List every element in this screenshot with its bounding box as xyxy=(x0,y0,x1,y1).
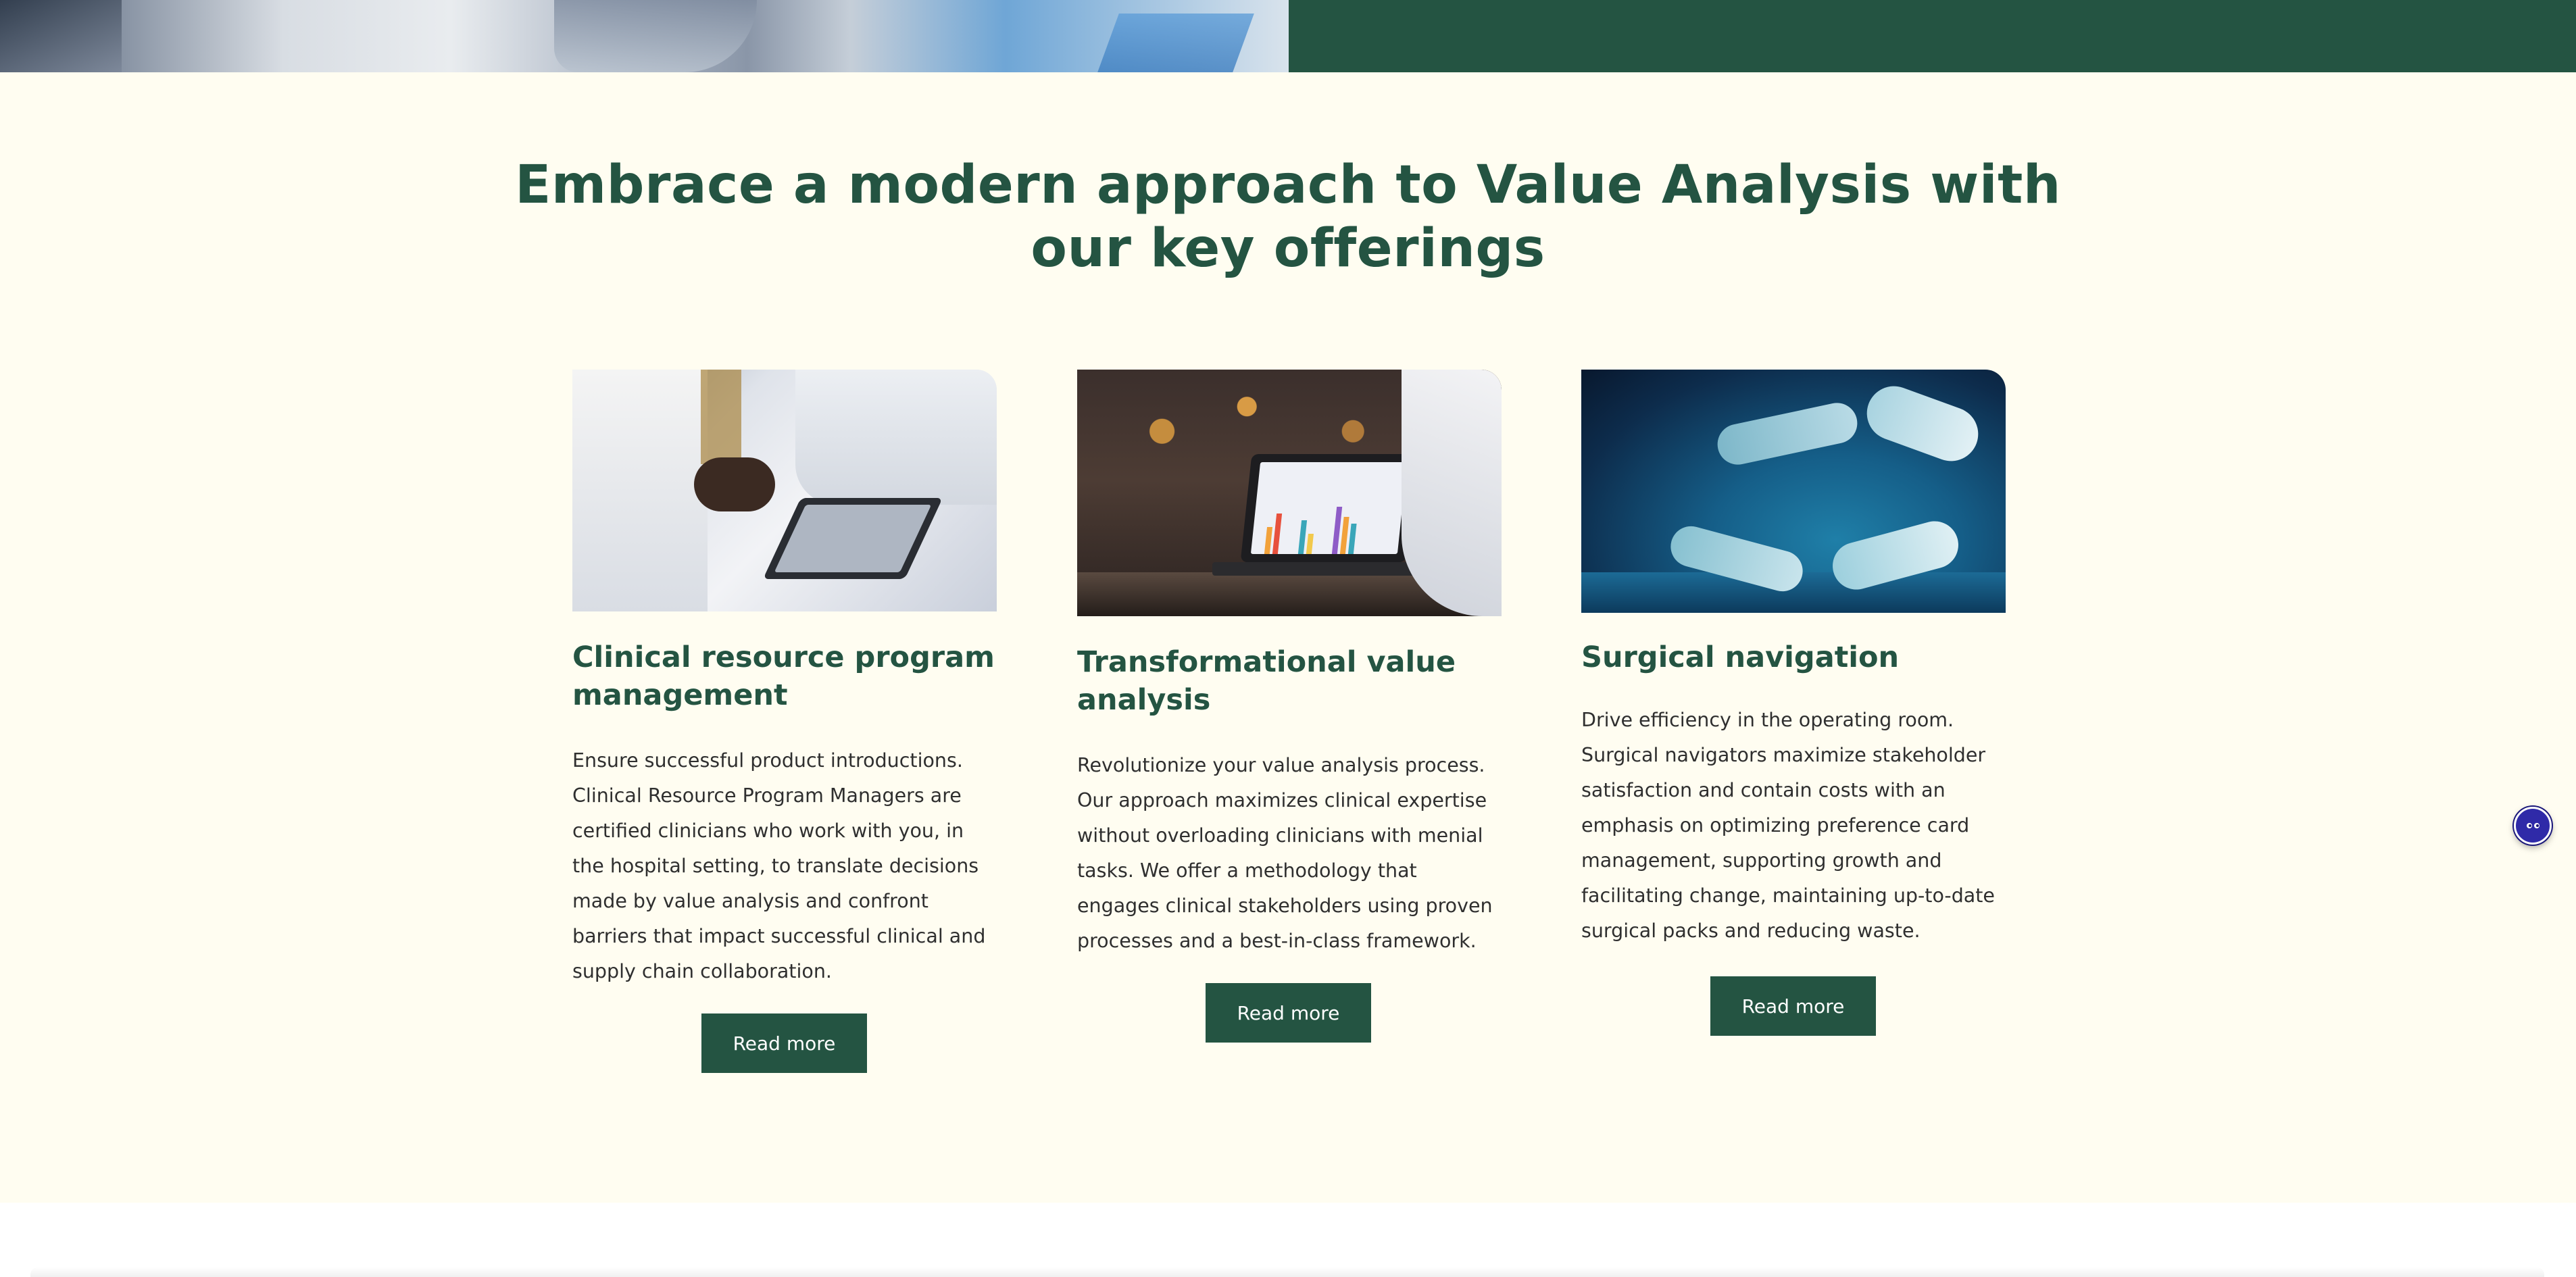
next-section-shadow xyxy=(30,1267,2544,1277)
offering-card-surgical-navigation: Surgical navigation Drive efficiency in … xyxy=(1581,370,2006,1036)
card-description: Ensure successful product introductions.… xyxy=(572,749,986,982)
card-image-clinicians-tablet xyxy=(572,370,997,611)
card-title[interactable]: Transformational value analysis xyxy=(1077,643,1502,719)
hero-green-panel xyxy=(1289,0,2576,72)
card-image-laptop-charts xyxy=(1077,370,1502,616)
offering-card-value-analysis: Transformational value analysis Revoluti… xyxy=(1077,370,1502,1043)
hero-photo xyxy=(0,0,1289,72)
card-description: Revolutionize your value analysis proces… xyxy=(1077,754,1493,952)
accessibility-eyes-icon[interactable] xyxy=(2514,807,2552,845)
card-image-surgeons-operating xyxy=(1581,370,2006,613)
card-description: Drive efficiency in the operating room. … xyxy=(1581,709,1995,942)
offerings-section: Embrace a modern approach to Value Analy… xyxy=(0,72,2576,1203)
read-more-button[interactable]: Read more xyxy=(1206,983,1371,1043)
section-title: Embrace a modern approach to Value Analy… xyxy=(515,155,2061,279)
read-more-button[interactable]: Read more xyxy=(701,1013,867,1073)
next-section-band xyxy=(0,1203,2576,1277)
offering-card-clinical-resource: Clinical resource program management Ens… xyxy=(572,370,997,1073)
hero-strip xyxy=(0,0,2576,72)
card-title[interactable]: Surgical navigation xyxy=(1581,638,2006,676)
read-more-button[interactable]: Read more xyxy=(1710,976,1876,1036)
card-title[interactable]: Clinical resource program management xyxy=(572,638,997,714)
